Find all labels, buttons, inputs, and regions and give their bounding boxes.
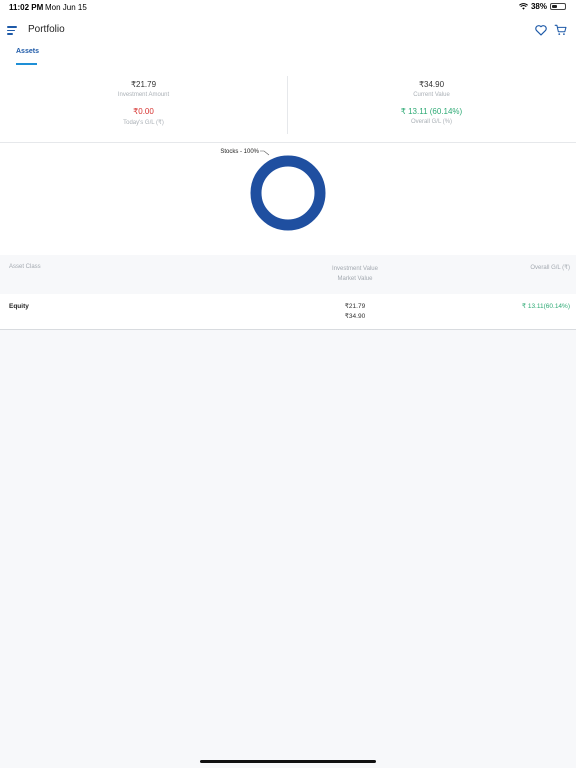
overall-gl-label: Overall G/L (%) (410, 119, 453, 125)
table-row[interactable]: Equity ₹21.79 ₹34.90 ₹ 13.11(60.14%) (0, 294, 576, 330)
overall-gl-value: ₹ 13.11 (60.14%) (400, 107, 463, 116)
row-investment-value: ₹21.79 (344, 303, 366, 310)
todays-gl-label: Today's G/L (₹) (123, 120, 164, 126)
summary-right-column: ₹34.90 Current Value ₹ 13.11 (60.14%) Ov… (288, 80, 575, 125)
header-values: Investment Value Market Value (300, 264, 410, 284)
heart-icon[interactable] (534, 23, 548, 37)
portfolio-summary: ₹21.79 Investment Amount ₹0.00 Today's G… (0, 70, 576, 143)
header-overall-gl: Overall G/L (₹) (530, 265, 570, 271)
asset-allocation-chart: Stocks - 100% (0, 143, 576, 255)
header-market-value: Market Value (337, 276, 373, 282)
row-market-value: ₹34.90 (344, 313, 366, 320)
status-date: Mon Jun 15 (45, 3, 87, 12)
asset-table-header: Asset Class Investment Value Market Valu… (0, 255, 576, 294)
row-asset-class: Equity (9, 303, 29, 310)
cart-icon[interactable] (554, 23, 568, 37)
donut-slice-stocks (250, 155, 326, 231)
todays-gl-value: ₹0.00 (133, 107, 154, 116)
current-value-value: ₹34.90 (418, 80, 445, 89)
battery-icon (550, 3, 566, 10)
battery-percent: 38% (530, 2, 547, 11)
slice-label-leader-line (260, 150, 270, 156)
tab-active-indicator (16, 63, 37, 65)
header-investment-value: Investment Value (332, 266, 378, 272)
top-navigation-bar: Portfolio (0, 14, 576, 46)
investment-amount-value: ₹21.79 (130, 80, 157, 89)
row-values: ₹21.79 ₹34.90 (300, 302, 410, 322)
status-time: 11:02 PM (9, 3, 44, 12)
row-overall-gl: ₹ 13.11(60.14%) (521, 303, 570, 310)
page-title: Portfolio (28, 24, 65, 35)
home-indicator (200, 760, 376, 763)
menu-icon[interactable] (7, 26, 17, 35)
donut-chart: Stocks - 100% (220, 149, 326, 231)
header-asset-class: Asset Class (9, 264, 41, 270)
status-bar: 11:02 PM Mon Jun 15 38% (0, 0, 576, 14)
summary-left-column: ₹21.79 Investment Amount ₹0.00 Today's G… (0, 80, 287, 126)
status-indicators: 38% (519, 2, 566, 11)
slice-label: Stocks - 100% (220, 149, 259, 155)
tab-bar: Assets (0, 46, 576, 70)
wifi-icon (519, 3, 528, 10)
